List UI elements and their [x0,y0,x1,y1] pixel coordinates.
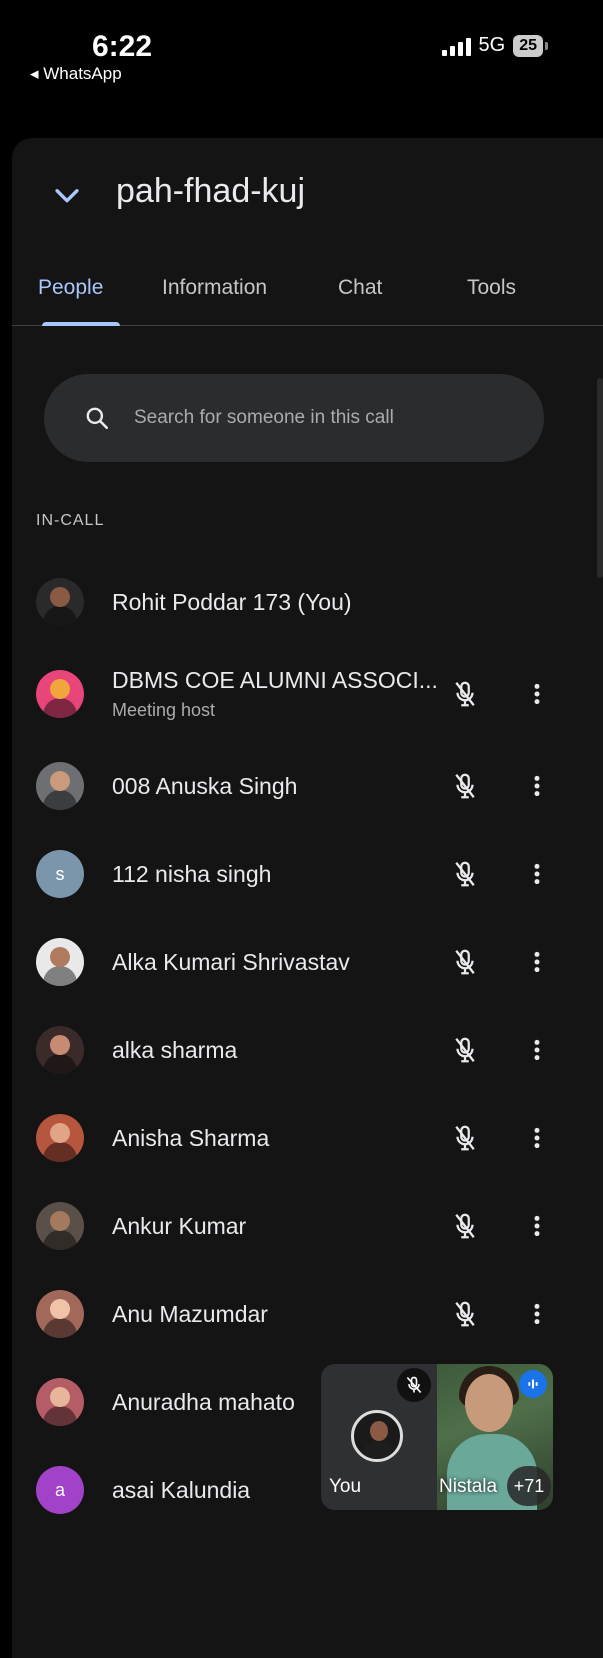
avatar [36,1202,84,1250]
avatar [36,1114,84,1162]
more-vert-icon[interactable] [524,945,550,979]
participant-row[interactable]: DBMS COE ALUMNI ASSOCI... Meeting host [12,646,603,742]
mic-off-icon [450,947,480,977]
participant-row[interactable]: Anisha Sharma [12,1094,603,1182]
participant-name: Alka Kumari Shrivastav [112,948,350,975]
mic-off-icon [450,1211,480,1241]
pip-self-label: You [329,1476,362,1497]
avatar [36,1026,84,1074]
back-to-app-link[interactable]: ◂ WhatsApp [30,64,122,84]
avatar [351,1410,403,1462]
participant-names: asai Kalundia [112,1477,250,1504]
participant-names: 008 Anuska Singh [112,773,297,800]
participant-names: Anuradha mahato [112,1389,295,1416]
more-vert-icon[interactable] [524,1297,550,1331]
status-bar: 6:22 ◂ WhatsApp 5G 25 [0,0,603,110]
avatar [36,762,84,810]
participant-row[interactable]: Rohit Poddar 173 (You) [12,558,603,646]
mic-off-icon [450,1123,480,1153]
more-vert-icon[interactable] [524,769,550,803]
participant-row[interactable]: alka sharma [12,1006,603,1094]
chevron-down-icon[interactable] [50,178,84,212]
participant-names: Ankur Kumar [112,1213,246,1240]
participant-row[interactable]: Anu Mazumdar [12,1270,603,1358]
participant-names: DBMS COE ALUMNI ASSOCI... Meeting host [112,667,438,721]
mic-off-icon [450,679,480,709]
people-panel: pah-fhad-kuj People Information Chat Too… [12,138,603,1658]
mic-off-icon [450,859,480,889]
avatar [36,1290,84,1338]
audio-level-icon [519,1370,547,1398]
participant-names: Anu Mazumdar [112,1301,268,1328]
mic-off-icon [397,1368,431,1402]
pip-self-tile[interactable]: You [321,1364,437,1510]
picture-in-picture[interactable]: You Nistala +71 [321,1364,553,1510]
participant-row[interactable]: Alka Kumari Shrivastav [12,918,603,1006]
participant-name: Anu Mazumdar [112,1300,268,1327]
avatar [36,938,84,986]
avatar [36,578,84,626]
search-icon [86,407,109,430]
tab-bar: People Information Chat Tools [12,266,603,326]
network-type: 5G [478,34,506,56]
participant-name: alka sharma [112,1036,238,1063]
pip-speaker-label: Nistala [439,1476,498,1497]
participant-names: alka sharma [112,1037,237,1064]
more-vert-icon[interactable] [524,857,550,891]
active-tab-indicator [42,322,120,326]
section-label-in-call: IN-CALL [36,512,105,529]
mic-off-icon [450,1299,480,1329]
participant-names: Alka Kumari Shrivastav [112,949,350,976]
avatar [36,670,84,718]
participant-row[interactable]: 008 Anuska Singh [12,742,603,830]
more-vert-icon[interactable] [524,1121,550,1155]
more-vert-icon[interactable] [524,1033,550,1067]
participant-row[interactable]: s 112 nisha singh [12,830,603,918]
tab-chat[interactable]: Chat [338,276,382,300]
participant-names: Rohit Poddar 173 (You) [112,589,352,616]
pip-extra-count: +71 [507,1466,551,1506]
participant-name: DBMS COE ALUMNI ASSOCI... [112,667,438,693]
battery-icon: 25 [513,34,548,57]
pip-speaker-tile[interactable]: Nistala +71 [437,1364,553,1510]
mic-off-icon [450,771,480,801]
scrollbar[interactable] [597,378,603,578]
tab-information[interactable]: Information [162,276,267,300]
more-vert-icon[interactable] [524,677,550,711]
participant-name: 008 Anuska Singh [112,772,298,799]
avatar-initial: a [54,1479,65,1500]
participant-names: 112 nisha singh [112,861,271,888]
participant-row[interactable]: Ankur Kumar [12,1182,603,1270]
status-indicators: 5G 25 [441,34,548,57]
participant-name: Rohit Poddar 173 (You) [112,588,352,615]
participant-name: Anisha Sharma [112,1124,270,1151]
avatar-initial: s [55,863,65,884]
tab-people[interactable]: People [38,276,103,300]
status-time: 6:22 [92,30,153,63]
participant-name: 112 nisha singh [112,860,272,887]
meeting-code: pah-fhad-kuj [116,172,306,210]
panel-header: pah-fhad-kuj [12,138,603,248]
search-input[interactable] [134,407,514,429]
tab-tools[interactable]: Tools [467,276,516,300]
participant-name: Anuradha mahato [112,1388,295,1415]
mic-off-icon [450,1035,480,1065]
more-vert-icon[interactable] [524,1209,550,1243]
participant-name: Ankur Kumar [112,1212,247,1239]
participant-name: asai Kalundia [112,1476,251,1503]
signal-icon [441,36,471,56]
avatar [36,1378,84,1426]
participant-names: Anisha Sharma [112,1125,269,1152]
avatar: a [36,1466,84,1514]
participant-role: Meeting host [112,700,216,720]
search-bar[interactable] [44,374,544,462]
avatar: s [36,850,84,898]
